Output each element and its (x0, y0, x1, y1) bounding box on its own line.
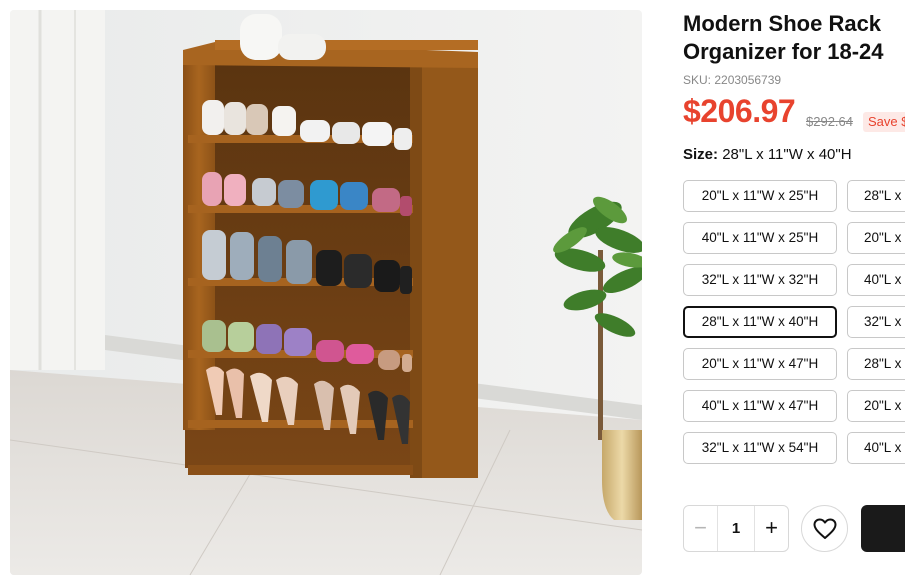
size-option[interactable]: 28"L x (847, 180, 905, 212)
product-photo (10, 10, 642, 575)
quantity-stepper: − 1 + (683, 505, 789, 552)
current-price: $206.97 (683, 93, 796, 129)
size-selection-label: Size: 28"L x 11"W x 40"H (683, 146, 852, 163)
size-option[interactable]: 20"L x (847, 222, 905, 254)
size-option[interactable]: 40"L x 11"W x 47"H (683, 390, 837, 422)
product-title: Modern Shoe Rack Organizer for 18-24 (683, 10, 905, 66)
size-option-selected[interactable]: 28"L x 11"W x 40"H (683, 306, 837, 338)
size-option[interactable]: 40"L x (847, 432, 905, 464)
product-image[interactable] (10, 10, 642, 575)
original-price: $292.64 (806, 114, 853, 129)
size-option[interactable]: 32"L x 11"W x 32"H (683, 264, 837, 296)
product-title-line2: Organizer for 18-24 (683, 39, 884, 64)
size-option[interactable]: 20"L x 11"W x 25"H (683, 180, 837, 212)
quantity-increase-button[interactable]: + (754, 506, 788, 551)
quantity-value[interactable]: 1 (718, 506, 754, 551)
heart-icon (813, 518, 837, 539)
size-option[interactable]: 20"L x 11"W x 47"H (683, 348, 837, 380)
size-option[interactable]: 40"L x 11"W x 25"H (683, 222, 837, 254)
selected-size-value: 28"L x 11"W x 40"H (722, 146, 852, 163)
size-option[interactable]: 28"L x (847, 348, 905, 380)
product-title-line1: Modern Shoe Rack (683, 11, 882, 36)
product-sku: SKU: 2203056739 (683, 73, 782, 87)
add-to-cart-button[interactable] (861, 505, 905, 552)
wishlist-button[interactable] (801, 505, 848, 552)
save-badge: Save $ (863, 112, 905, 132)
size-option[interactable]: 40"L x (847, 264, 905, 296)
quantity-decrease-button[interactable]: − (684, 506, 718, 551)
size-option[interactable]: 32"L x 11"W x 54"H (683, 432, 837, 464)
product-info-panel: Modern Shoe Rack Organizer for 18-24 SKU… (683, 0, 905, 575)
size-label: Size: (683, 146, 719, 163)
size-option[interactable]: 20"L x (847, 390, 905, 422)
size-option[interactable]: 32"L x (847, 306, 905, 338)
